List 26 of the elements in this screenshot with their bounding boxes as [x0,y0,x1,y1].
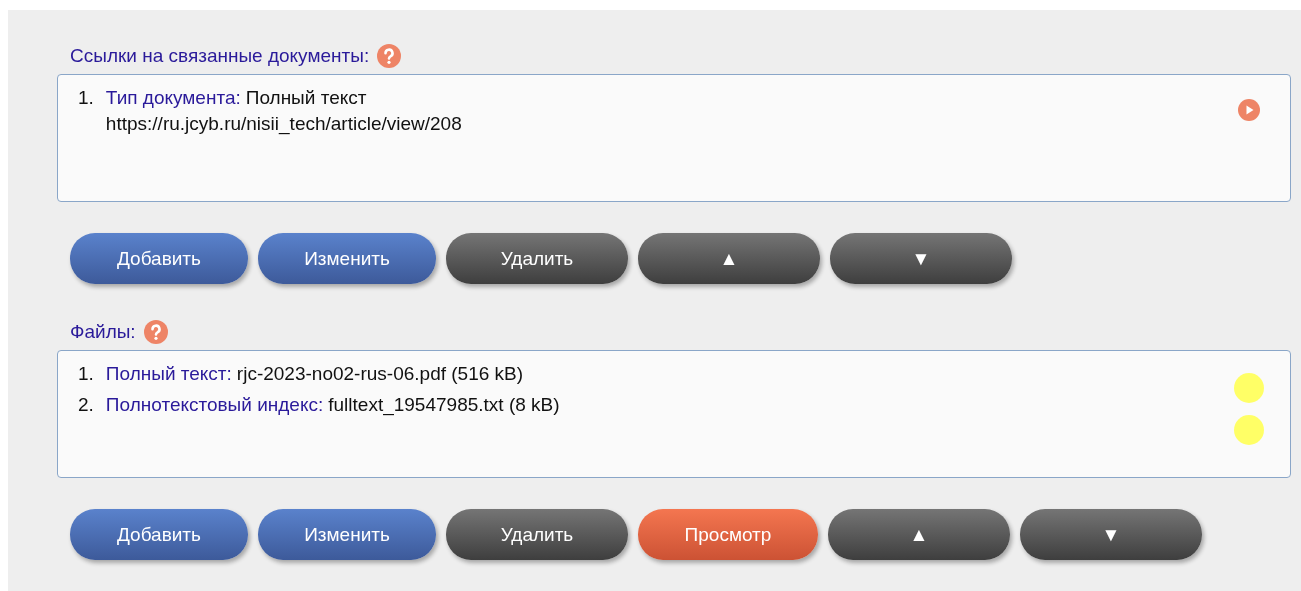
action-button[interactable]: Добавить [70,509,248,560]
play-icon[interactable] [1238,99,1260,121]
item-value: Полный текст [245,87,367,109]
action-button[interactable]: Удалить [446,509,628,560]
move-button[interactable]: ▼ [830,233,1012,284]
action-button[interactable]: Изменить [258,233,436,284]
action-button[interactable]: Просмотр [638,509,818,560]
help-icon[interactable] [143,320,168,344]
help-icon[interactable] [377,44,402,68]
move-button[interactable]: ▼ [1020,509,1202,560]
action-button[interactable]: Удалить [446,233,628,284]
section-label: Ссылки на связанные документы: [70,45,370,67]
item-value: fulltext_19547985.txt (8 kB) [328,394,560,416]
item-key: Полный текст: [105,363,232,385]
item-number: 1. [78,87,94,110]
item-url: https://ru.jcyb.ru/nisii_tech/article/view/208 [105,113,462,135]
move-button[interactable]: ▲ [828,509,1010,560]
item-number: 1. [78,363,94,385]
item-value: rjc-2023-no02-rus-06.pdf (516 kB) [236,363,524,385]
action-button[interactable]: Добавить [70,233,248,284]
item-key: Полнотекстовый индекс: [105,394,324,416]
section-label: Файлы: [70,321,136,343]
action-button[interactable]: Изменить [258,509,436,560]
item-number: 2. [78,394,94,416]
move-button[interactable]: ▲ [638,233,820,284]
item-key: Тип документа: [105,87,241,109]
